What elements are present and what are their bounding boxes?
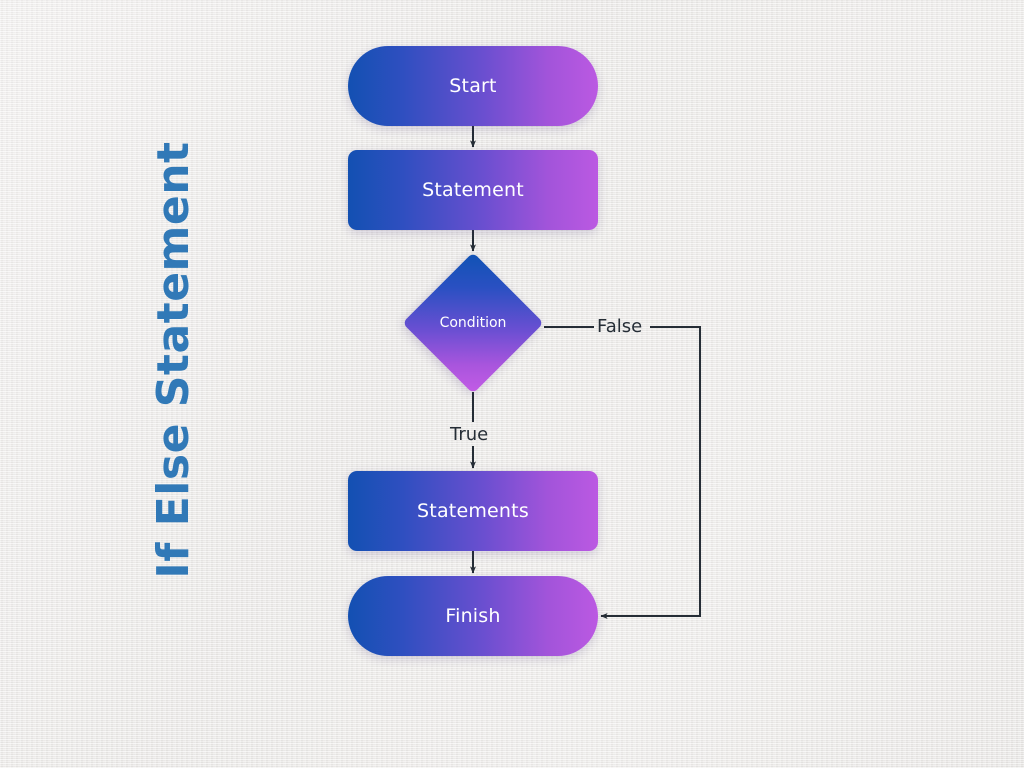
flow-node-statements[interactable]: Statements — [348, 471, 598, 551]
flow-node-finish-label: Finish — [445, 605, 501, 627]
flow-node-finish[interactable]: Finish — [348, 576, 598, 656]
flow-node-start-label: Start — [449, 75, 497, 97]
page-title: If Else Statement — [148, 141, 199, 579]
flow-node-condition[interactable]: Condition — [402, 252, 544, 394]
edge-label-true: True — [450, 424, 489, 445]
flow-node-condition-label: Condition — [439, 315, 507, 331]
flow-node-statement-label: Statement — [422, 179, 524, 201]
flow-node-statements-label: Statements — [417, 500, 529, 522]
edge-label-false: False — [597, 316, 643, 337]
flowchart-canvas: If Else Statement Start Statement Condit… — [0, 0, 1024, 768]
flow-node-start[interactable]: Start — [348, 46, 598, 126]
flow-node-statement[interactable]: Statement — [348, 150, 598, 230]
edge-condition-false-route — [600, 326, 701, 619]
